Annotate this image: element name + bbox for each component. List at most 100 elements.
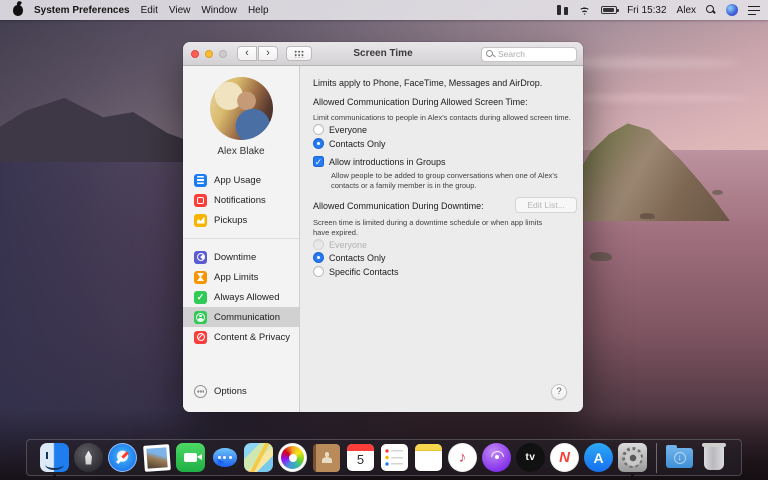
dock-safari[interactable] bbox=[108, 443, 138, 473]
sidebar-item-label: Content & Privacy bbox=[214, 332, 290, 343]
display-status-icon[interactable] bbox=[557, 5, 568, 15]
radio-specific-contacts-downtime[interactable]: Specific Contacts bbox=[313, 266, 399, 277]
sidebar-item-label: Always Allowed bbox=[214, 292, 279, 303]
menu-edit[interactable]: Edit bbox=[141, 5, 158, 16]
dock-facetime[interactable] bbox=[176, 443, 206, 473]
dock-podcasts[interactable] bbox=[482, 443, 512, 473]
system-preferences-icon bbox=[618, 443, 647, 472]
dock-maps[interactable] bbox=[244, 443, 274, 473]
sidebar-item-downtime[interactable]: Downtime bbox=[183, 247, 299, 267]
dock-calendar[interactable]: 5 bbox=[346, 443, 376, 473]
podcasts-icon bbox=[482, 443, 511, 472]
dock-music[interactable]: ♪ bbox=[448, 443, 478, 473]
menu-view[interactable]: View bbox=[169, 5, 191, 16]
wifi-icon[interactable] bbox=[578, 5, 591, 15]
dock-reminders[interactable] bbox=[380, 443, 410, 473]
photos-icon bbox=[278, 443, 307, 472]
sidebar-item-label: App Usage bbox=[214, 175, 261, 186]
search-input[interactable] bbox=[498, 49, 572, 59]
sidebar-item-pickups[interactable]: Pickups bbox=[183, 210, 299, 230]
groups-checkbox-row[interactable]: ✓ Allow introductions in Groups bbox=[313, 156, 446, 167]
communication-icon bbox=[194, 311, 207, 324]
calendar-day: 5 bbox=[347, 452, 374, 467]
wallpaper-islet bbox=[590, 252, 612, 261]
messages-icon bbox=[213, 448, 237, 467]
music-icon: ♪ bbox=[448, 443, 477, 472]
limits-intro-text: Limits apply to Phone, FaceTime, Message… bbox=[313, 78, 542, 88]
radio-label: Everyone bbox=[329, 240, 367, 250]
mail-icon bbox=[143, 444, 171, 472]
downloads-folder-icon: ↓ bbox=[666, 448, 693, 468]
safari-icon bbox=[108, 443, 137, 472]
sidebar-item-label: Communication bbox=[214, 312, 280, 323]
radio-contacts-only-downtime[interactable]: Contacts Only bbox=[313, 252, 386, 263]
help-button[interactable]: ? bbox=[551, 384, 567, 400]
search-field[interactable] bbox=[481, 47, 577, 62]
radio-contacts-only-screentime[interactable]: Contacts Only bbox=[313, 138, 386, 149]
battery-icon[interactable] bbox=[601, 6, 617, 14]
radio-icon[interactable] bbox=[313, 266, 324, 277]
menu-user[interactable]: Alex bbox=[677, 5, 696, 16]
dock-messages[interactable] bbox=[210, 443, 240, 473]
dock-mail[interactable] bbox=[142, 443, 172, 473]
radio-icon[interactable] bbox=[313, 124, 324, 135]
sidebar-item-always-allowed[interactable]: ✓ Always Allowed bbox=[183, 287, 299, 307]
radio-everyone-screentime[interactable]: Everyone bbox=[313, 124, 367, 135]
dock-photos[interactable] bbox=[278, 443, 308, 473]
dock-launchpad[interactable] bbox=[74, 443, 104, 473]
zoom-button-disabled bbox=[219, 50, 227, 58]
sidebar-item-label: App Limits bbox=[214, 272, 258, 283]
trash-icon bbox=[704, 445, 724, 470]
app-limits-icon bbox=[194, 271, 207, 284]
forward-button[interactable]: › bbox=[258, 46, 278, 61]
dock-tv[interactable]: tv bbox=[516, 443, 546, 473]
dock-app-store[interactable]: A bbox=[584, 443, 614, 473]
menu-app-name[interactable]: System Preferences bbox=[34, 5, 130, 16]
radio-label: Contacts Only bbox=[329, 253, 386, 263]
always-allowed-icon: ✓ bbox=[194, 291, 207, 304]
reminders-icon bbox=[381, 444, 408, 471]
dock-contacts[interactable] bbox=[312, 443, 342, 473]
window-titlebar[interactable]: Screen Time ‹ › bbox=[183, 42, 583, 66]
sidebar-item-content-privacy[interactable]: Content & Privacy bbox=[183, 327, 299, 347]
minimize-button[interactable] bbox=[205, 50, 213, 58]
radio-everyone-downtime-disabled: Everyone bbox=[313, 239, 367, 250]
dock-finder[interactable] bbox=[40, 443, 70, 473]
screen-time-window: Screen Time ‹ › Alex Blake App Usage No bbox=[183, 42, 583, 412]
notification-center-icon[interactable] bbox=[748, 6, 760, 15]
wallpaper-islet bbox=[712, 190, 723, 195]
dock: 5 ♪ tv N A ↓ bbox=[26, 439, 742, 476]
radio-selected-icon[interactable] bbox=[313, 252, 324, 263]
radio-label: Everyone bbox=[329, 125, 367, 135]
downtime-heading: Allowed Communication During Downtime: bbox=[313, 201, 484, 211]
back-button[interactable]: ‹ bbox=[237, 46, 257, 61]
sidebar-item-notifications[interactable]: Notifications bbox=[183, 190, 299, 210]
groups-description: Allow people to be added to group conver… bbox=[331, 171, 583, 191]
communication-pane: Limits apply to Phone, FaceTime, Message… bbox=[300, 66, 583, 412]
siri-icon[interactable] bbox=[726, 4, 738, 16]
dock-downloads[interactable]: ↓ bbox=[665, 443, 695, 473]
user-avatar[interactable] bbox=[210, 77, 273, 140]
sidebar-item-app-usage[interactable]: App Usage bbox=[183, 170, 299, 190]
sidebar-item-communication[interactable]: Communication bbox=[183, 307, 299, 327]
dock-news[interactable]: N bbox=[550, 443, 580, 473]
menu-help[interactable]: Help bbox=[248, 5, 269, 16]
radio-selected-icon[interactable] bbox=[313, 138, 324, 149]
sidebar-item-app-limits[interactable]: App Limits bbox=[183, 267, 299, 287]
sidebar-item-label: Downtime bbox=[214, 252, 256, 263]
dock-separator bbox=[656, 443, 657, 473]
close-button[interactable] bbox=[191, 50, 199, 58]
options-button[interactable]: Options bbox=[194, 385, 247, 398]
dock-trash[interactable] bbox=[699, 443, 729, 473]
menu-window[interactable]: Window bbox=[201, 5, 237, 16]
checkbox-checked-icon[interactable]: ✓ bbox=[313, 156, 324, 167]
menu-clock[interactable]: Fri 15:32 bbox=[627, 5, 666, 16]
dock-system-preferences[interactable] bbox=[618, 443, 648, 473]
pickups-icon bbox=[194, 214, 207, 227]
spotlight-search-icon[interactable] bbox=[706, 5, 716, 15]
dock-notes[interactable] bbox=[414, 443, 444, 473]
show-all-button[interactable] bbox=[286, 46, 312, 61]
launchpad-icon bbox=[74, 443, 103, 472]
apple-menu-icon[interactable] bbox=[13, 5, 23, 16]
radio-disabled-icon bbox=[313, 239, 324, 250]
